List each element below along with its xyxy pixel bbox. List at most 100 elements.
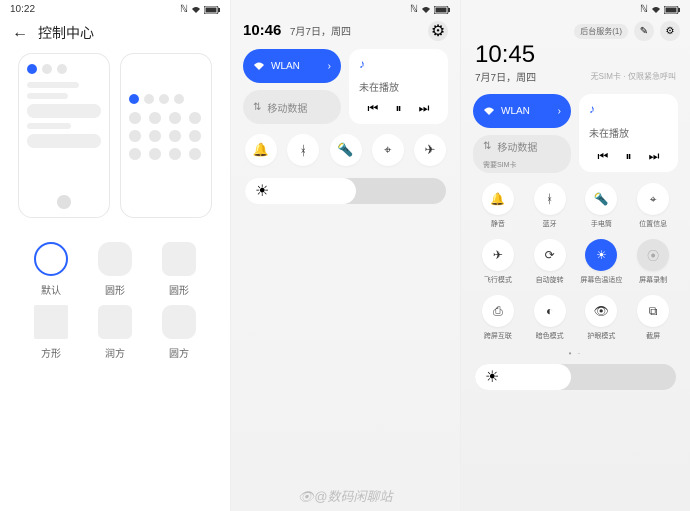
preview-grid-style[interactable] <box>120 53 212 218</box>
pause-icon[interactable]: ⏸ <box>395 101 401 116</box>
toggle-label: 暗色模式 <box>536 331 564 341</box>
mobile-data-tile[interactable]: ⇅ 移动数据 <box>243 90 341 124</box>
airplane-icon: ✈ <box>482 239 514 271</box>
toggle-dark[interactable]: ◐暗色模式 <box>527 295 573 341</box>
bluetooth-icon: ᚼ <box>299 143 307 158</box>
status-icons: ℕ <box>180 4 220 15</box>
toggle-bell[interactable]: 🔔静音 <box>475 183 521 229</box>
prev-icon[interactable]: ⏮ <box>598 149 609 164</box>
toggle-air[interactable]: ✈飞行模式 <box>475 239 521 285</box>
sim-note: 无SIM卡 · 仅限紧急呼叫 <box>591 71 676 82</box>
edit-button[interactable]: ✎ <box>634 21 654 41</box>
nfc-icon: ℕ <box>640 4 648 15</box>
qs-date: 7月7日，周四 <box>290 27 351 38</box>
music-note-icon: ♪ <box>359 57 438 71</box>
toggle-cast[interactable]: ⎙跨屏互联 <box>475 295 521 341</box>
next-icon[interactable]: ⏭ <box>419 101 430 116</box>
location-toggle[interactable]: ⌖ <box>372 134 404 166</box>
wifi-icon <box>253 61 265 71</box>
chevron-right-icon: › <box>558 106 561 117</box>
status-time: 10:22 <box>10 4 35 15</box>
toggle-label: 截屏 <box>646 331 660 341</box>
signal-icon: ⇅ <box>483 141 491 152</box>
sun-icon: ☀ <box>585 239 617 271</box>
rounded-icon <box>162 242 196 276</box>
media-card[interactable]: ♪ 未在播放 ⏮ ⏸ ⏭ <box>579 94 678 172</box>
toggle-shot[interactable]: ⧉截屏 <box>630 295 676 341</box>
mute-toggle[interactable]: 🔔 <box>245 134 277 166</box>
data-label: 移动数据 <box>497 139 537 154</box>
preview-card-style[interactable] <box>18 53 110 218</box>
next-icon[interactable]: ⏭ <box>649 149 660 164</box>
toggle-eye[interactable]: 👁护眼模式 <box>579 295 625 341</box>
media-title: 未在播放 <box>589 125 668 140</box>
qs-expanded-panel: ℕ 后台服务(1) ✎ ⚙ 10:45 7月7日，周四 无SIM卡 · 仅限紧急… <box>460 0 690 511</box>
page-title: 控制中心 <box>38 23 94 43</box>
toggle-label: 护眼模式 <box>587 331 615 341</box>
shape-option-rounded[interactable]: 圆形 <box>150 242 208 297</box>
brightness-slider[interactable]: ☀ <box>475 364 676 390</box>
location-icon: ⌖ <box>384 142 391 158</box>
wlan-label: WLAN <box>501 106 530 117</box>
shape-label: 默认 <box>41 282 61 297</box>
pencil-icon: ✎ <box>640 26 648 37</box>
bluetooth-icon: ᚼ <box>534 183 566 215</box>
toggle-loc[interactable]: ⌖位置信息 <box>630 183 676 229</box>
shape-option-default[interactable]: 默认 <box>22 242 80 297</box>
shape-option-pill[interactable]: 圆方 <box>150 305 208 360</box>
settings-button[interactable]: ⚙ <box>428 21 448 41</box>
squircle-icon <box>98 242 132 276</box>
toggle-rec[interactable]: ⦿屏幕录制 <box>630 239 676 285</box>
toggle-bt[interactable]: ᚼ蓝牙 <box>527 183 573 229</box>
battery-icon <box>204 6 220 14</box>
signal-icon: ⇅ <box>253 102 261 113</box>
wlan-tile[interactable]: WLAN › <box>243 49 341 83</box>
shape-option-rsq[interactable]: 润方 <box>86 305 144 360</box>
toggle-torch[interactable]: 🔦手电筒 <box>579 183 625 229</box>
wlan-tile[interactable]: WLAN › <box>473 94 571 128</box>
qs-top-actions: 后台服务(1) ✎ ⚙ <box>461 15 690 41</box>
mobile-data-tile[interactable]: ⇅ 移动数据 需要SIM卡 <box>473 135 571 173</box>
bg-services-chip[interactable]: 后台服务(1) <box>574 24 628 39</box>
pause-icon[interactable]: ⏸ <box>625 149 631 164</box>
toggle-label: 跨屏互联 <box>484 331 512 341</box>
settings-button[interactable]: ⚙ <box>660 21 680 41</box>
gear-icon: ⚙ <box>431 21 445 41</box>
record-icon: ⦿ <box>637 239 669 271</box>
status-bar: ℕ <box>231 0 460 15</box>
rotate-icon: ⟳ <box>534 239 566 271</box>
data-sub: 需要SIM卡 <box>483 160 516 170</box>
nfc-icon: ℕ <box>180 4 188 15</box>
shape-label: 圆方 <box>169 345 189 360</box>
airplane-icon: ✈ <box>425 142 436 158</box>
settings-panel: 10:22 ℕ ← 控制中心 <box>0 0 230 511</box>
music-note-icon: ♪ <box>589 102 668 116</box>
shape-options: 默认 圆形 圆形 方形 润方 圆方 <box>0 218 230 360</box>
shape-option-square[interactable]: 方形 <box>22 305 80 360</box>
qs-header: 10:46 7月7日，周四 ⚙ <box>231 15 460 49</box>
shape-label: 圆形 <box>169 282 189 297</box>
brightness-slider[interactable]: ☀ <box>245 178 446 204</box>
shape-option-squircle[interactable]: 圆形 <box>86 242 144 297</box>
prev-icon[interactable]: ⏮ <box>368 101 379 116</box>
chevron-right-icon: › <box>328 61 331 72</box>
airplane-toggle[interactable]: ✈ <box>414 134 446 166</box>
toggle-screen[interactable]: ☀屏幕色温适应 <box>579 239 625 285</box>
back-icon[interactable]: ← <box>12 24 28 42</box>
style-previews <box>0 53 230 218</box>
qs-row: 🔔 ᚼ 🔦 ⌖ ✈ <box>231 124 460 166</box>
media-title: 未在播放 <box>359 79 438 94</box>
toggle-rot[interactable]: ⟳ 自动旋转 <box>527 239 573 285</box>
square-icon <box>34 305 68 339</box>
circle-icon <box>34 242 68 276</box>
pager-dots: • · <box>461 345 690 358</box>
media-card[interactable]: ♪ 未在播放 ⏮ ⏸ ⏭ <box>349 49 448 124</box>
wifi-icon <box>483 106 495 116</box>
toggle-label: 自动旋转 <box>536 275 564 285</box>
qs-time: 10:45 <box>475 41 676 69</box>
sun-icon: ☀ <box>255 181 269 201</box>
gear-icon: ⚙ <box>666 26 675 37</box>
status-bar: 10:22 ℕ <box>0 0 230 15</box>
flashlight-toggle[interactable]: 🔦 <box>330 134 362 166</box>
bluetooth-toggle[interactable]: ᚼ <box>287 134 319 166</box>
